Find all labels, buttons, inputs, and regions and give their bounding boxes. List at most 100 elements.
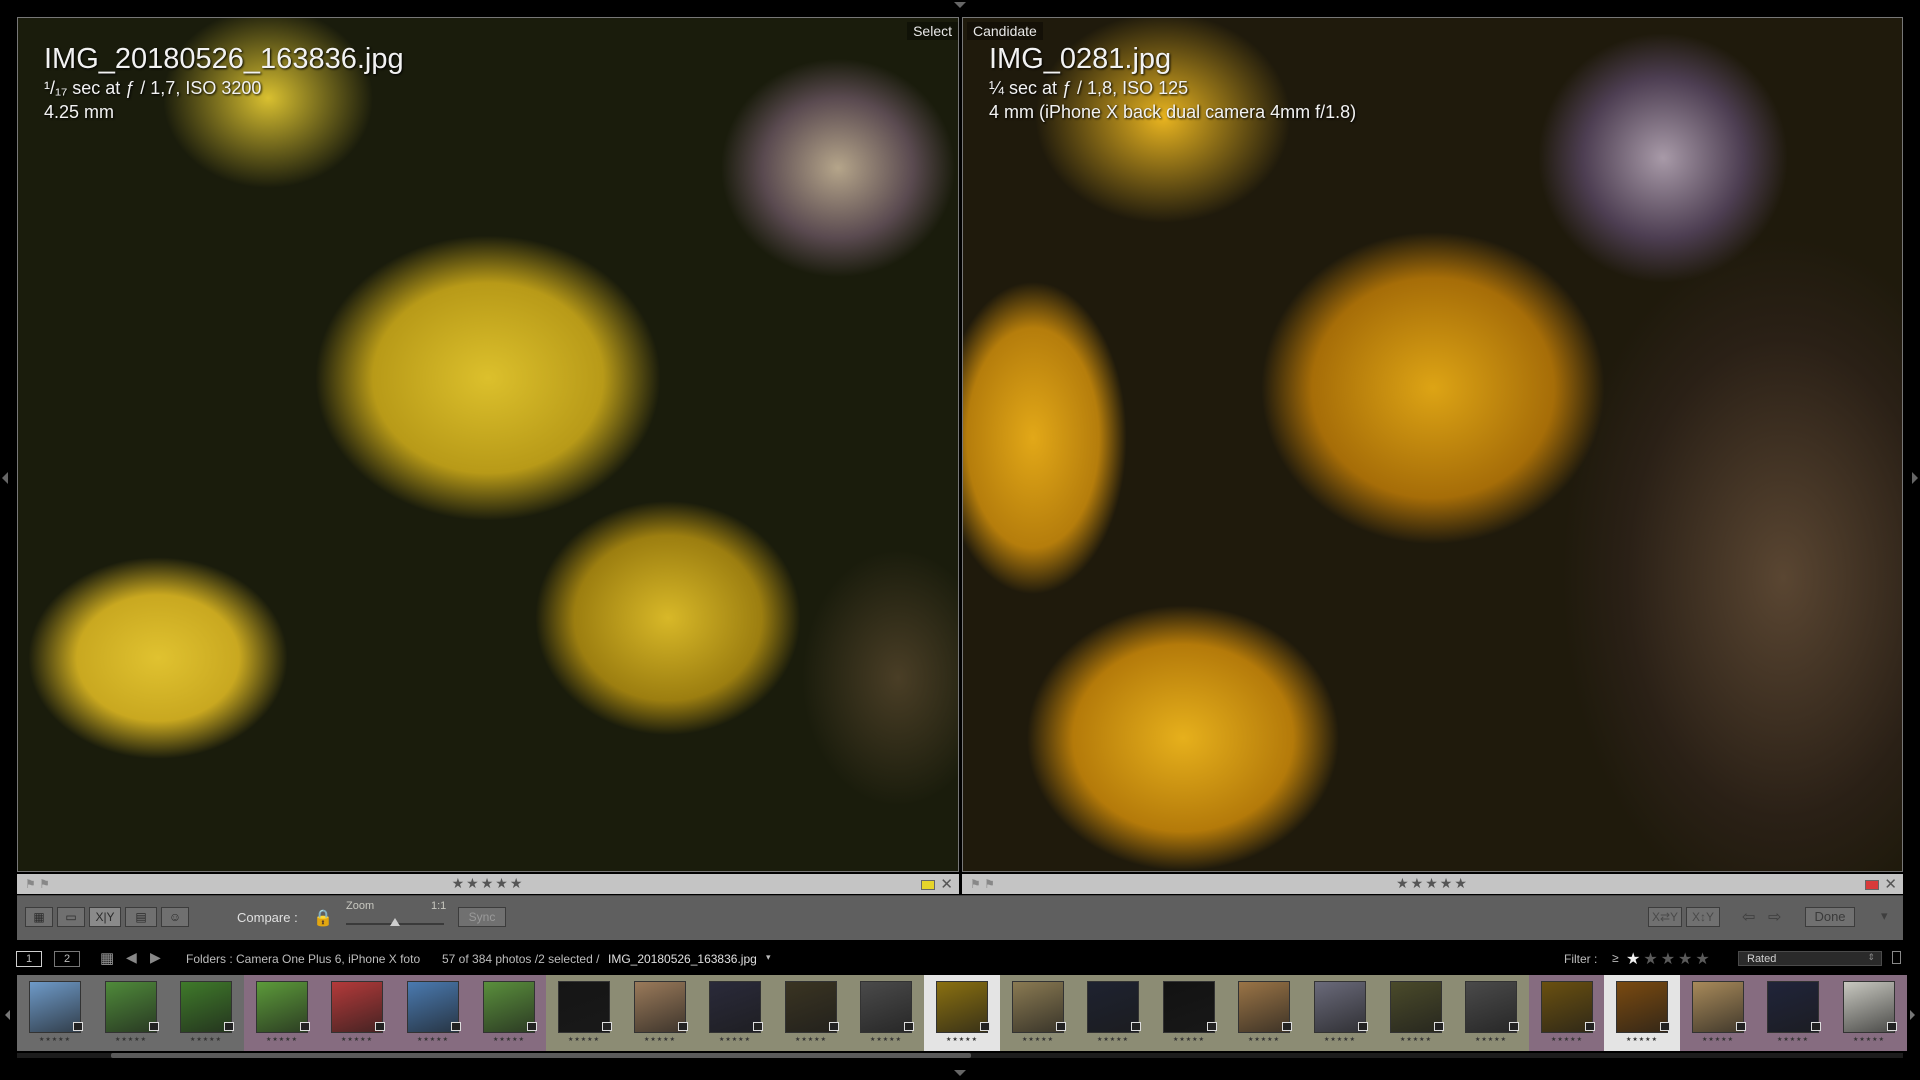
lock-icon[interactable]: 🔒 (313, 908, 333, 928)
filmstrip-thumbnail[interactable]: ★★★★★ (848, 975, 924, 1051)
filmstrip-left-arrow-icon[interactable] (5, 1010, 10, 1020)
candidate-info-bar: ⚑ ⚑ ★★★★★ ✕ (962, 874, 1903, 894)
filmstrip-thumbnail[interactable]: ★★★★★ (1151, 975, 1227, 1051)
thumbnail-rating: ★★★★★ (1022, 1037, 1054, 1043)
filmstrip-thumbnail[interactable]: ★★★★★ (1226, 975, 1302, 1051)
filmstrip-thumbnail[interactable]: ★★★★★ (1529, 975, 1605, 1051)
filmstrip-thumbnail[interactable]: ★★★★★ (1378, 975, 1454, 1051)
select-color-label[interactable] (921, 880, 935, 890)
edit-badge-icon (904, 1022, 914, 1031)
filmstrip-thumbnail[interactable]: ★★★★★ (1000, 975, 1076, 1051)
select-filename: IMG_20180526_163836.jpg (44, 43, 404, 75)
people-view-icon[interactable]: ☺ (161, 907, 189, 927)
candidate-color-label[interactable] (1865, 880, 1879, 890)
thumbnail-rating: ★★★★★ (1097, 1037, 1129, 1043)
filmstrip-scroll-thumb[interactable] (111, 1053, 971, 1058)
filter-star[interactable]: ★ (1626, 951, 1643, 968)
filter-star[interactable]: ★ (1661, 951, 1678, 968)
filmstrip-thumbnail[interactable]: ★★★★★ (1604, 975, 1680, 1051)
filmstrip-scrollbar[interactable] (17, 1053, 1903, 1058)
edit-badge-icon (375, 1022, 385, 1031)
grid-view-icon[interactable]: ▦ (25, 907, 53, 927)
bottom-panel-toggle[interactable] (954, 1070, 966, 1076)
filter-rating-stars[interactable]: ★★★★★ (1626, 949, 1713, 969)
swap-button[interactable]: X⇄Y (1648, 907, 1682, 927)
filmstrip-thumbnail[interactable]: ★★★★★ (471, 975, 547, 1051)
compare-view-icon[interactable]: X|Y (89, 907, 121, 927)
thumbnail-rating: ★★★★★ (719, 1037, 751, 1043)
next-arrow-icon[interactable]: ⇨ (1768, 907, 1781, 927)
edit-badge-icon (1585, 1022, 1595, 1031)
filmstrip-thumbnail[interactable]: ★★★★★ (93, 975, 169, 1051)
thumbnail-rating: ★★★★★ (1551, 1037, 1583, 1043)
candidate-filename: IMG_0281.jpg (989, 43, 1172, 75)
toolbar-options-icon[interactable]: ▾ (1881, 908, 1888, 924)
make-select-button[interactable]: X↕Y (1686, 907, 1720, 927)
left-panel-toggle[interactable] (2, 472, 8, 484)
filter-star[interactable]: ★ (1695, 951, 1712, 968)
zoom-slider-knob[interactable] (390, 918, 400, 926)
source-path[interactable]: Folders : Camera One Plus 6, iPhone X fo… (186, 952, 420, 966)
select-close-icon[interactable]: ✕ (940, 875, 953, 893)
filmstrip-thumbnail[interactable]: ★★★★★ (1302, 975, 1378, 1051)
filmstrip-thumbnail[interactable]: ★★★★★ (395, 975, 471, 1051)
filmstrip-thumbnail[interactable]: ★★★★★ (1075, 975, 1151, 1051)
filmstrip-thumbnail[interactable]: ★★★★★ (773, 975, 849, 1051)
filmstrip-thumbnail[interactable]: ★★★★★ (924, 975, 1000, 1051)
back-arrow-icon[interactable]: ◀ (126, 949, 137, 966)
edit-badge-icon (1736, 1022, 1746, 1031)
candidate-close-icon[interactable]: ✕ (1884, 875, 1897, 893)
filmstrip-thumbnail[interactable]: ★★★★★ (319, 975, 395, 1051)
candidate-photo[interactable]: Candidate IMG_0281.jpg ¼ sec at ƒ / 1,8,… (962, 17, 1903, 872)
zoom-value: 1:1 (431, 900, 447, 912)
monitor-2-button[interactable]: 2 (54, 951, 80, 967)
filmstrip-thumbnail[interactable]: ★★★★★ (697, 975, 773, 1051)
filmstrip-thumbnail[interactable]: ★★★★★ (546, 975, 622, 1051)
select-rating-stars[interactable]: ★★★★★ (17, 875, 959, 892)
previous-arrow-icon[interactable]: ⇦ (1742, 907, 1755, 927)
filmstrip-thumbnail[interactable]: ★★★★★ (1831, 975, 1907, 1051)
edit-badge-icon (602, 1022, 612, 1031)
candidate-rating-stars[interactable]: ★★★★★ (962, 875, 1903, 892)
filmstrip-right-arrow-icon[interactable] (1910, 1010, 1915, 1020)
filter-lock-icon[interactable] (1892, 951, 1901, 964)
filmstrip-thumbnail[interactable]: ★★★★★ (17, 975, 93, 1051)
thumbnail-rating: ★★★★★ (1324, 1037, 1356, 1043)
filmstrip-thumbnail[interactable]: ★★★★★ (1680, 975, 1756, 1051)
thumbnail-rating: ★★★★★ (1475, 1037, 1507, 1043)
select-info-bar: ⚑ ⚑ ★★★★★ ✕ (17, 874, 959, 894)
candidate-exposure: ¼ sec at ƒ / 1,8, ISO 125 (989, 78, 1189, 98)
filmstrip-thumbnail[interactable]: ★★★★★ (244, 975, 320, 1051)
selected-filename[interactable]: IMG_20180526_163836.jpg (608, 952, 757, 966)
filmstrip-thumbnail[interactable]: ★★★★★ (1755, 975, 1831, 1051)
edit-badge-icon (300, 1022, 310, 1031)
candidate-tag: Candidate (967, 22, 1043, 40)
forward-arrow-icon[interactable]: ▶ (150, 949, 161, 966)
edit-badge-icon (1434, 1022, 1444, 1031)
edit-badge-icon (1131, 1022, 1141, 1031)
edit-badge-icon (829, 1022, 839, 1031)
edit-badge-icon (1282, 1022, 1292, 1031)
filter-star[interactable]: ★ (1678, 951, 1695, 968)
edit-badge-icon (527, 1022, 537, 1031)
sync-button[interactable]: Sync (458, 907, 506, 927)
filmstrip-thumbnail[interactable]: ★★★★★ (622, 975, 698, 1051)
done-button[interactable]: Done (1805, 907, 1855, 927)
filter-preset-dropdown[interactable]: Rated ⇕ (1738, 951, 1882, 966)
top-panel-toggle[interactable] (954, 2, 966, 8)
thumbnail-rating: ★★★★★ (1626, 1037, 1658, 1043)
filter-operator[interactable]: ≥ (1612, 951, 1619, 965)
select-photo[interactable]: Select IMG_20180526_163836.jpg ¹/₁₇ sec … (17, 17, 959, 872)
monitor-1-button[interactable]: 1 (16, 951, 42, 967)
filmstrip-thumbnail[interactable]: ★★★★★ (1453, 975, 1529, 1051)
select-tag: Select (907, 22, 958, 40)
photo-count: 57 of 384 photos /2 selected / (442, 952, 600, 966)
survey-view-icon[interactable]: ▤ (125, 907, 157, 927)
filename-dropdown-icon[interactable]: ▾ (766, 952, 771, 963)
right-panel-toggle[interactable] (1912, 472, 1918, 484)
thumbnail-rating: ★★★★★ (1248, 1037, 1280, 1043)
loupe-view-icon[interactable]: ▭ (57, 907, 85, 927)
grid-icon[interactable]: ▦ (100, 949, 114, 967)
filter-star[interactable]: ★ (1643, 951, 1660, 968)
filmstrip-thumbnail[interactable]: ★★★★★ (168, 975, 244, 1051)
